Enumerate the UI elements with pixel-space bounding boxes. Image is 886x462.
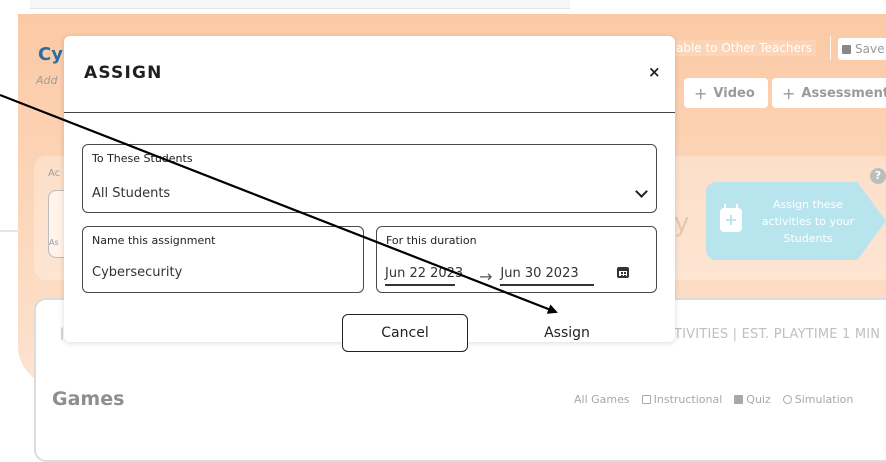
instructional-icon [641,395,651,404]
students-select[interactable]: To These Students All Students [82,144,657,213]
assignment-name-field[interactable]: Name this assignment Cybersecurity [82,226,364,293]
filter-all-games[interactable]: All Games [574,393,630,406]
add-assessment-button[interactable]: + Assessment [772,78,886,108]
end-date-input[interactable]: Jun 30 2023 [500,266,595,286]
date-range: Jun 22 2023 → Jun 30 2023 [385,266,595,286]
hidden-heading-fragment: y [674,208,690,238]
assign-button[interactable]: Assign [522,314,612,352]
filter-instructional-label: Instructional [653,393,723,406]
duration-field: For this duration Jun 22 2023 → Jun 30 2… [376,226,657,293]
duration-label: For this duration [386,234,477,247]
add-assessment-label: Assessment [801,85,886,101]
activities-info: TIVITIES | EST. PLAYTIME 1 MIN [674,327,881,342]
filter-simulation[interactable]: Simulation [782,393,854,406]
add-video-label: Video [713,85,755,101]
close-icon[interactable]: × [648,63,661,81]
filter-all-games-label: All Games [574,393,630,406]
assignment-name-value[interactable]: Cybersecurity [92,265,182,280]
start-date-input[interactable]: Jun 22 2023 [385,266,463,286]
quiz-icon [734,395,744,404]
assignment-name-label: Name this assignment [92,234,216,247]
filter-instructional[interactable]: Instructional [641,393,723,406]
students-value: All Students [92,186,171,201]
activities-panel-label: Ac [48,168,61,179]
save-button[interactable]: Save [838,38,886,60]
course-subtitle: Add [36,74,58,87]
filter-quiz-label: Quiz [746,393,771,406]
modal-title: ASSIGN [84,63,163,83]
left-divider [0,230,20,232]
game-filters: All Games Instructional Quiz Simulation [574,393,853,406]
save-icon [842,44,851,54]
cancel-button[interactable]: Cancel [342,314,468,352]
add-video-button[interactable]: + Video [684,78,768,108]
modal-divider [64,112,675,113]
chevron-down-icon [635,185,648,198]
games-heading: Games [52,388,125,410]
filter-simulation-label: Simulation [794,393,854,406]
header-divider [830,36,831,60]
help-icon[interactable]: ? [870,168,886,184]
save-label: Save [855,42,885,56]
plus-icon: + [782,83,796,103]
calendar-icon[interactable] [617,267,629,278]
filter-quiz[interactable]: Quiz [734,393,771,406]
calendar-plus-icon: + [720,204,742,232]
simulation-icon [782,395,792,404]
range-arrow-icon: → [479,266,493,286]
top-bar [30,0,570,9]
share-with-teachers-toggle[interactable]: able to Other Teachers [672,40,817,56]
assign-modal: ASSIGN × To These Students All Students … [64,36,675,352]
activity-slot-label: As [49,238,59,247]
students-label: To These Students [92,152,193,165]
plus-icon: + [694,83,708,103]
assign-activities-text: Assign these activities to your Students [761,198,855,245]
